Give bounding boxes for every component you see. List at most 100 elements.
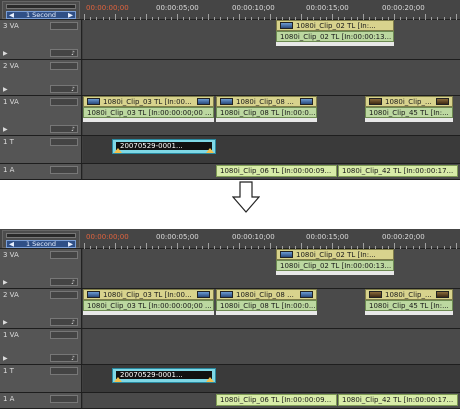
time-ruler[interactable]: ◀ 1 Second ▶ 00:00:00;00 00:00:05;00 00:… <box>0 0 460 20</box>
timecode-label: 00:00:05;00 <box>156 4 199 12</box>
track-toggle[interactable] <box>50 367 78 375</box>
ruler-scale[interactable]: 00:00:00;00 00:00:05;00 00:00:10;00 00:0… <box>84 0 460 20</box>
clip-audio-label: 1080i_Clip_45 TL [In:... <box>369 301 449 310</box>
clip-gap <box>276 42 394 46</box>
audio-toggle[interactable]: ♪ <box>50 354 78 362</box>
track-body[interactable]: 1080i_Clip_02 TL [In:... 1080i_Clip_02 T… <box>83 20 460 59</box>
expand-icon[interactable]: ▶ <box>3 355 8 362</box>
ruler-scale[interactable]: 00:00:00;00 00:00:05;00 00:00:10;00 00:0… <box>84 229 460 249</box>
track-header[interactable]: 1 T <box>0 136 82 163</box>
track-body[interactable] <box>83 329 460 364</box>
audio-clip-1080i-clip-06[interactable]: 1080i_Clip_06 TL [In:00:00:09... <box>216 394 337 406</box>
expand-icon[interactable]: ▶ <box>3 319 8 326</box>
track-toggle[interactable] <box>50 22 78 30</box>
track-2va: 2 VA ▶ ♪ 1080i_Clip_03 TL [In:00... 1080… <box>0 289 460 329</box>
scale-left-icon[interactable]: ◀ <box>9 12 14 19</box>
track-1va: 1 VA ▶ ♪ <box>0 329 460 365</box>
scale-right-icon[interactable]: ▶ <box>68 241 73 248</box>
title-clip-label: 20070529-0001... <box>116 371 212 379</box>
ruler-strip[interactable] <box>6 4 76 9</box>
track-header[interactable]: 1 A <box>0 393 82 408</box>
time-ruler[interactable]: ◀ 1 Second ▶ 00:00:00;00 00:00:05;00 00:… <box>0 229 460 249</box>
fade-in-icon[interactable] <box>114 377 122 382</box>
clip-thumbnail-icon <box>87 291 100 298</box>
timescale-selector[interactable]: ◀ 1 Second ▶ <box>6 11 76 19</box>
track-body[interactable]: 1080i_Clip_03 TL [In:00... 1080i_Clip_03… <box>83 289 460 328</box>
clip-thumbnail-icon <box>436 291 449 298</box>
title-clip[interactable]: 20070529-0001... <box>112 139 216 154</box>
track-header[interactable]: 1 T <box>0 365 82 392</box>
clip-1080i-clip-45[interactable]: 1080i_Clip_... 1080i_Clip_45 TL [In:... <box>365 289 453 328</box>
clip-thumbnail-icon <box>369 291 382 298</box>
scale-label: 1 Second <box>25 239 57 248</box>
clip-gap <box>365 311 453 315</box>
audio-clip-1080i-clip-42[interactable]: 1080i_Clip_42 TL [In:00:00:17... <box>338 394 458 406</box>
clip-video-label: 1080i_Clip_03 TL [In:00... <box>103 290 192 299</box>
timeline-before: ◀ 1 Second ▶ 00:00:00;00 00:00:05;00 00:… <box>0 0 460 180</box>
scale-left-icon[interactable]: ◀ <box>9 241 14 248</box>
timecode-label: 00:00:15;00 <box>306 233 349 241</box>
clip-thumbnail-icon <box>280 251 293 258</box>
track-header[interactable]: 3 VA ▶ ♪ <box>0 249 82 288</box>
track-toggle[interactable] <box>50 251 78 259</box>
track-1t: 1 T 20070529-0001... <box>0 136 460 164</box>
clip-1080i-clip-45[interactable]: 1080i_Clip_... 1080i_Clip_45 TL [In:... <box>365 96 453 135</box>
track-body[interactable]: 1080i_Clip_06 TL [In:00:00:09... 1080i_C… <box>83 393 460 408</box>
clip-thumbnail-icon <box>220 291 233 298</box>
timecode-label: 00:00:10;00 <box>232 233 275 241</box>
track-body[interactable]: 20070529-0001... <box>83 136 460 163</box>
clip-1080i-clip-03[interactable]: 1080i_Clip_03 TL [In:00... 1080i_Clip_03… <box>83 289 214 328</box>
track-toggle[interactable] <box>50 62 78 70</box>
audio-toggle[interactable]: ♪ <box>50 278 78 286</box>
expand-icon[interactable]: ▶ <box>3 126 8 133</box>
fade-in-icon[interactable] <box>114 148 122 153</box>
track-1va: 1 VA ▶ ♪ 1080i_Clip_03 TL [In:00... 1080… <box>0 96 460 136</box>
track-toggle[interactable] <box>50 331 78 339</box>
track-header[interactable]: 2 VA ▶ ♪ <box>0 289 82 328</box>
track-header[interactable]: 3 VA ▶ ♪ <box>0 20 82 59</box>
fade-out-icon[interactable] <box>206 377 214 382</box>
clip-thumbnail-icon <box>280 22 293 29</box>
clip-audio-label: 1080i_Clip_08 TL [In:00:0... <box>220 108 316 117</box>
clip-1080i-clip-08[interactable]: 1080i_Clip_08 ... 1080i_Clip_08 TL [In:0… <box>216 289 317 328</box>
track-body[interactable]: 1080i_Clip_03 TL [In:00... 1080i_Clip_03… <box>83 96 460 135</box>
track-header[interactable]: 2 VA ▶ ♪ <box>0 60 82 95</box>
expand-icon[interactable]: ▶ <box>3 279 8 286</box>
audio-toggle[interactable] <box>50 395 78 403</box>
clip-1080i-clip-08[interactable]: 1080i_Clip_08 ... 1080i_Clip_08 TL [In:0… <box>216 96 317 135</box>
audio-toggle[interactable]: ♪ <box>50 85 78 93</box>
audio-toggle[interactable]: ♪ <box>50 318 78 326</box>
track-name: 2 VA <box>3 62 19 70</box>
track-name: 2 VA <box>3 291 19 299</box>
expand-icon[interactable]: ▶ <box>3 50 8 57</box>
scale-right-icon[interactable]: ▶ <box>68 12 73 19</box>
track-body[interactable] <box>83 60 460 95</box>
track-2va: 2 VA ▶ ♪ <box>0 60 460 96</box>
track-toggle[interactable] <box>50 291 78 299</box>
track-toggle[interactable] <box>50 98 78 106</box>
track-body[interactable]: 1080i_Clip_06 TL [In:00:00:09... 1080i_C… <box>83 164 460 179</box>
title-clip[interactable]: 20070529-0001... <box>112 368 216 383</box>
audio-toggle[interactable] <box>50 166 78 174</box>
fade-out-icon[interactable] <box>206 148 214 153</box>
track-header[interactable]: 1 VA ▶ ♪ <box>0 329 82 364</box>
ruler-strip[interactable] <box>6 233 76 238</box>
audio-toggle[interactable]: ♪ <box>50 49 78 57</box>
audio-clip-1080i-clip-06[interactable]: 1080i_Clip_06 TL [In:00:00:09... <box>216 165 337 177</box>
audio-clip-1080i-clip-42[interactable]: 1080i_Clip_42 TL [In:00:00:17... <box>338 165 458 177</box>
track-toggle[interactable] <box>50 138 78 146</box>
expand-icon[interactable]: ▶ <box>3 86 8 93</box>
clip-video-label: 1080i_Clip_... <box>385 290 432 299</box>
clip-1080i-clip-03[interactable]: 1080i_Clip_03 TL [In:00... 1080i_Clip_03… <box>83 96 214 135</box>
clip-1080i-clip-02[interactable]: 1080i_Clip_02 TL [In:... 1080i_Clip_02 T… <box>276 249 394 288</box>
timescale-selector[interactable]: ◀ 1 Second ▶ <box>6 240 76 248</box>
track-body[interactable]: 1080i_Clip_02 TL [In:... 1080i_Clip_02 T… <box>83 249 460 288</box>
track-header[interactable]: 1 A <box>0 164 82 179</box>
audio-toggle[interactable]: ♪ <box>50 125 78 133</box>
track-header[interactable]: 1 VA ▶ ♪ <box>0 96 82 135</box>
clip-thumbnail-icon <box>436 98 449 105</box>
clip-1080i-clip-02[interactable]: 1080i_Clip_02 TL [In:... 1080i_Clip_02 T… <box>276 20 394 59</box>
clip-video-label: 1080i_Clip_02 TL [In:... <box>296 21 376 30</box>
track-name: 1 T <box>3 367 14 375</box>
track-body[interactable]: 20070529-0001... <box>83 365 460 392</box>
